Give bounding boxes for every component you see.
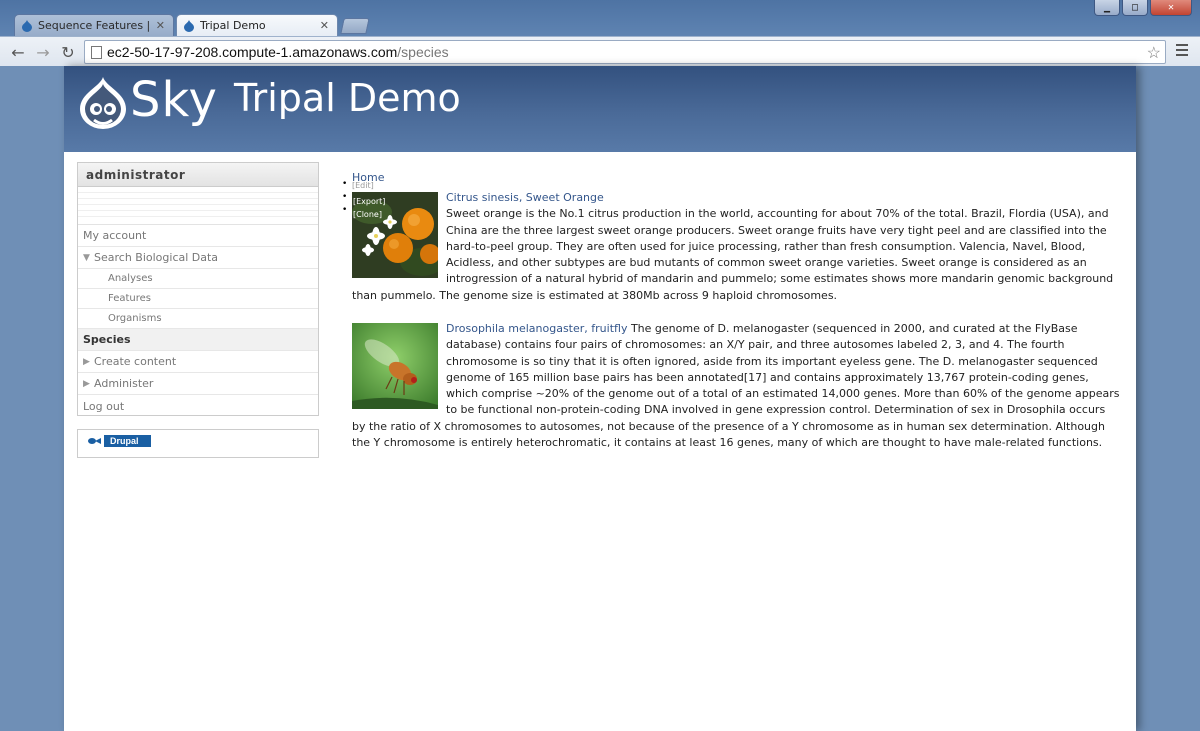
back-arrow-icon[interactable]: ← xyxy=(8,42,28,62)
maximize-icon[interactable]: □ xyxy=(1122,0,1148,16)
organism-image-fruitfly[interactable] xyxy=(352,323,438,409)
menu-item-label: Features xyxy=(108,293,151,304)
window-controls: ▁ □ ✕ xyxy=(1094,0,1192,16)
tab-title: Sequence Features | Tripal xyxy=(38,19,150,32)
menu-item-create-content[interactable]: ▶ Create content xyxy=(78,351,318,373)
forward-arrow-icon[interactable]: → xyxy=(33,42,53,62)
minimize-icon[interactable]: ▁ xyxy=(1094,0,1120,16)
url-host: ec2-50-17-97-208.compute-1.amazonaws.com xyxy=(107,44,398,60)
browser-chrome: Sequence Features | Tripal ✕ Tripal Demo… xyxy=(0,0,1200,66)
close-window-icon[interactable]: ✕ xyxy=(1150,0,1192,16)
drupal-logo-icon[interactable] xyxy=(76,75,130,131)
reload-icon[interactable]: ↻ xyxy=(58,42,78,62)
collapsed-arrow-icon: ▶ xyxy=(83,378,90,389)
menu-item-label: Analyses xyxy=(108,273,153,284)
organism-name-link[interactable]: Citrus sinesis, Sweet Orange xyxy=(446,191,604,204)
browser-toolbar: ← → ↻ ec2-50-17-97-208.compute-1.amazona… xyxy=(0,36,1200,66)
organism-entry: Drosophila melanogaster, fruitfly The ge… xyxy=(352,321,1122,451)
menu-item-label: Species xyxy=(83,333,131,346)
menu-item-log-out[interactable]: Log out xyxy=(78,395,318,417)
organism-entry: [Export] [Clone] Citrus sinesis, Sweet O… xyxy=(352,190,1122,304)
menu-item-label: Create content xyxy=(94,355,177,368)
collapsed-arrow-icon: ▶ xyxy=(83,356,90,367)
expanded-arrow-icon: ▼ xyxy=(83,252,90,263)
menu-item-label: My account xyxy=(83,229,147,242)
menu-item-organisms[interactable]: Organisms xyxy=(78,309,318,329)
address-bar[interactable]: ec2-50-17-97-208.compute-1.amazonaws.com… xyxy=(84,40,1166,64)
organism-description: Sweet orange is the No.1 citrus producti… xyxy=(352,207,1114,302)
new-tab-button[interactable] xyxy=(340,18,370,34)
main-content: Home [Edit] [Export] [Clone] Citrus sine… xyxy=(342,166,1122,449)
menu-item-label: Log out xyxy=(83,399,125,413)
powered-by-drupal-badge[interactable]: Drupal xyxy=(84,435,151,447)
drupal-favicon-icon xyxy=(21,19,33,32)
organism-name-link[interactable]: Drosophila melanogaster, fruitfly xyxy=(446,322,627,335)
menu-item-label: Administer xyxy=(94,377,154,390)
menu-item-label: Organisms xyxy=(108,313,162,324)
tab-sequence-features[interactable]: Sequence Features | Tripal ✕ xyxy=(14,14,174,36)
close-tab-icon[interactable]: ✕ xyxy=(320,19,329,32)
menu-icon[interactable] xyxy=(1176,44,1188,59)
organism-description: The genome of D. melanogaster (sequenced… xyxy=(352,322,1120,450)
tab-link-clone[interactable]: [Clone] xyxy=(353,207,382,223)
tab-tripal-demo[interactable]: Tripal Demo ✕ xyxy=(176,14,338,36)
menu-item-analyses[interactable]: Analyses xyxy=(78,269,318,289)
site-header: Sky Tripal Demo xyxy=(64,66,1136,152)
drupal-badge-text: Drupal xyxy=(110,436,139,446)
powered-by-block: Drupal xyxy=(77,429,319,458)
tab-title: Tripal Demo xyxy=(200,19,266,32)
close-tab-icon[interactable]: ✕ xyxy=(156,19,165,32)
block-title: administrator xyxy=(78,163,318,187)
menu-item-species[interactable]: Species xyxy=(78,329,318,351)
page-icon xyxy=(91,46,102,59)
menu-item-administer[interactable]: ▶ Administer xyxy=(78,373,318,395)
menu-item-features[interactable]: Features xyxy=(78,289,318,309)
drupal-drop-icon xyxy=(84,435,104,447)
site-name[interactable]: Tripal Demo xyxy=(234,76,461,120)
drupal-favicon-icon xyxy=(183,19,195,32)
tab-link-label: [Edit] xyxy=(352,181,374,190)
user-menu-block: administrator My account ▼ Search Biologi… xyxy=(77,162,319,416)
tab-strip: Sequence Features | Tripal ✕ Tripal Demo… xyxy=(0,12,1200,36)
web-page: Sky Tripal Demo administrator My account… xyxy=(64,66,1136,731)
url-path: /species xyxy=(397,44,449,60)
divider xyxy=(78,187,318,225)
menu-item-label: Search Biological Data xyxy=(94,251,219,264)
menu-item-search-biological-data[interactable]: ▼ Search Biological Data xyxy=(78,247,318,269)
menu-item-my-account[interactable]: My account xyxy=(78,225,318,247)
logo-text[interactable]: Sky xyxy=(130,72,218,128)
bookmark-star-icon[interactable]: ☆ xyxy=(1147,43,1161,63)
